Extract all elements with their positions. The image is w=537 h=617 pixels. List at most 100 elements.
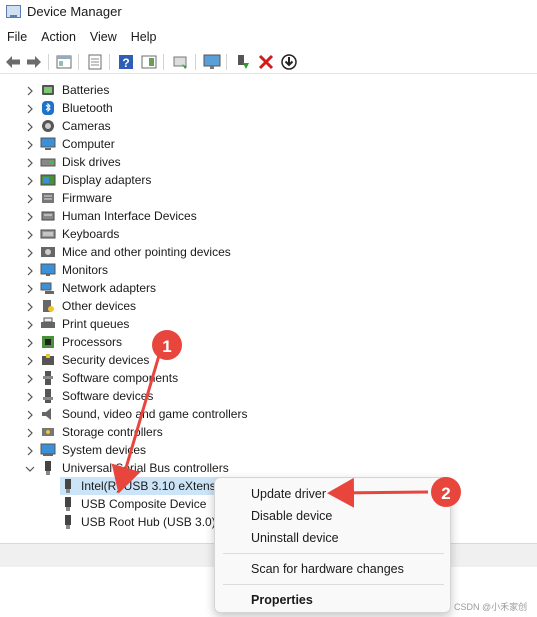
expand-chevron-icon[interactable]: [25, 283, 35, 294]
usb-device-label: USB Composite Device: [81, 497, 207, 511]
tree-category[interactable]: Other devices: [20, 297, 440, 315]
tree-category[interactable]: Display adapters: [20, 171, 440, 189]
usb-device-label: Intel(R) USB 3.10 eXtensible: [81, 479, 235, 493]
toolbar-separator: [78, 54, 79, 70]
expand-chevron-icon[interactable]: [25, 445, 35, 456]
collapse-chevron-icon[interactable]: [25, 463, 35, 473]
expand-chevron-icon[interactable]: [25, 103, 35, 114]
tree-category[interactable]: Firmware: [20, 189, 440, 207]
expand-chevron-icon[interactable]: [25, 139, 35, 150]
menu-bar: File Action View Help: [0, 28, 537, 48]
tree-category-label: System devices: [62, 443, 147, 457]
back-arrow-icon[interactable]: [3, 52, 23, 72]
tree-category-label: Monitors: [62, 263, 109, 277]
tree-category[interactable]: Monitors: [20, 261, 440, 279]
usb-icon: [60, 514, 76, 530]
toolbar-separator: [163, 54, 164, 70]
tree-category-label: Computer: [62, 137, 115, 151]
menu-help[interactable]: Help: [124, 28, 164, 48]
expand-chevron-icon[interactable]: [25, 391, 35, 402]
expand-chevron-icon[interactable]: [25, 229, 35, 240]
usb-device-label: USB Root Hub (USB 3.0): [81, 515, 216, 529]
tree-category[interactable]: Storage controllers: [20, 423, 440, 441]
camera-icon: [40, 118, 56, 134]
usb-icon: [60, 478, 76, 494]
menu-view[interactable]: View: [83, 28, 124, 48]
tree-category-label: Disk drives: [62, 155, 121, 169]
tree-category[interactable]: Keyboards: [20, 225, 440, 243]
usb-icon: [40, 460, 56, 476]
expand-chevron-icon[interactable]: [25, 355, 35, 366]
tree-category-label: Bluetooth: [62, 101, 113, 115]
expand-chevron-icon[interactable]: [25, 85, 35, 96]
menu-file[interactable]: File: [0, 28, 34, 48]
system-device-icon: [40, 442, 56, 458]
action-pane-icon[interactable]: [139, 52, 159, 72]
bluetooth-icon: [40, 100, 56, 116]
menu-action[interactable]: Action: [34, 28, 83, 48]
monitor-icon[interactable]: [202, 52, 222, 72]
tree-category[interactable]: Network adapters: [20, 279, 440, 297]
scan-hardware-menu-item[interactable]: Scan for hardware changes: [251, 562, 404, 576]
expand-chevron-icon[interactable]: [25, 373, 35, 384]
update-driver-menu-item[interactable]: Update driver: [251, 487, 326, 501]
properties-menu-item[interactable]: Properties: [251, 593, 313, 607]
tree-category[interactable]: Cameras: [20, 117, 440, 135]
tree-category[interactable]: Print queues: [20, 315, 440, 333]
forward-arrow-icon[interactable]: [24, 52, 44, 72]
tree-category-label: Storage controllers: [62, 425, 163, 439]
expand-chevron-icon[interactable]: [25, 121, 35, 132]
tree-category[interactable]: Software components: [20, 369, 440, 387]
printer-icon: [40, 316, 56, 332]
disk-drive-icon: [40, 154, 56, 170]
tree-category[interactable]: Software devices: [20, 387, 440, 405]
security-device-icon: [40, 352, 56, 368]
expand-chevron-icon[interactable]: [25, 211, 35, 222]
tree-category-label: Firmware: [62, 191, 112, 205]
svg-text:?: ?: [122, 56, 129, 70]
tree-category[interactable]: Sound, video and game controllers: [20, 405, 440, 423]
tree-category-label: Other devices: [62, 299, 137, 313]
expand-chevron-icon[interactable]: [25, 301, 35, 312]
expand-chevron-icon[interactable]: [25, 409, 35, 420]
tree-category[interactable]: Universal Serial Bus controllers: [20, 459, 440, 477]
tree-category[interactable]: Batteries: [20, 81, 440, 99]
expand-chevron-icon[interactable]: [25, 157, 35, 168]
speaker-icon: [40, 406, 56, 422]
properties-pane-icon[interactable]: [54, 52, 74, 72]
uninstall-x-icon[interactable]: [256, 52, 276, 72]
menu-separator: [223, 553, 444, 554]
enable-device-icon[interactable]: [233, 52, 253, 72]
tree-category[interactable]: Mice and other pointing devices: [20, 243, 440, 261]
toolbar-separator: [48, 54, 49, 70]
expand-chevron-icon[interactable]: [25, 247, 35, 258]
software-device-icon: [40, 388, 56, 404]
details-icon[interactable]: [85, 52, 105, 72]
expand-chevron-icon[interactable]: [25, 265, 35, 276]
scan-hardware-icon[interactable]: [171, 52, 191, 72]
toolbar-separator: [195, 54, 196, 70]
tree-category[interactable]: Disk drives: [20, 153, 440, 171]
device-manager-icon: [6, 5, 21, 18]
tree-category[interactable]: Security devices: [20, 351, 440, 369]
expand-chevron-icon[interactable]: [25, 337, 35, 348]
tree-category[interactable]: Bluetooth: [20, 99, 440, 117]
tree-category-label: Display adapters: [62, 173, 152, 187]
tree-category[interactable]: Computer: [20, 135, 440, 153]
expand-chevron-icon[interactable]: [25, 427, 35, 438]
usb-icon: [60, 496, 76, 512]
disable-device-menu-item[interactable]: Disable device: [251, 509, 332, 523]
expand-chevron-icon[interactable]: [25, 175, 35, 186]
tree-category[interactable]: Processors: [20, 333, 440, 351]
expand-chevron-icon[interactable]: [25, 193, 35, 204]
tree-category[interactable]: Human Interface Devices: [20, 207, 440, 225]
tree-category-label: Processors: [62, 335, 123, 349]
tree-category-label: Software devices: [62, 389, 154, 403]
tree-category-label: Print queues: [62, 317, 130, 331]
expand-chevron-icon[interactable]: [25, 319, 35, 330]
download-driver-icon[interactable]: [279, 52, 299, 72]
tree-category[interactable]: System devices: [20, 441, 440, 459]
uninstall-device-menu-item[interactable]: Uninstall device: [251, 531, 339, 545]
tree-category-label: Universal Serial Bus controllers: [62, 461, 229, 475]
help-icon[interactable]: ?: [116, 52, 136, 72]
